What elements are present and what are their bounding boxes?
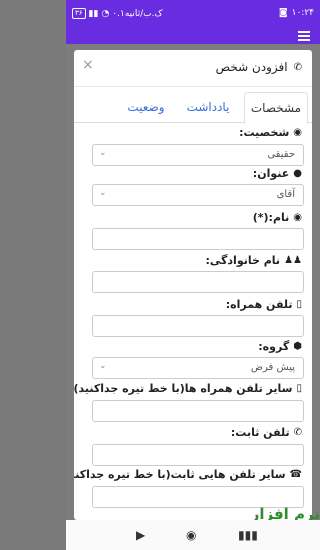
other-phones-label: ☎ سایر تلفن هایی ثابت(با خط تیره جداکنید…: [74, 468, 302, 481]
status-left: ۳۶ ▮▮ ◔ ۰.۱ک.ب/ثانیه: [72, 8, 163, 19]
modal-header: ✆ افزودن شخص ×: [74, 50, 312, 87]
users-icon: ♟♟: [284, 255, 302, 266]
chevron-down-icon: ⌄: [99, 148, 107, 158]
carrier-text: ۰.۱ک.ب/ثانیه: [112, 8, 163, 19]
modal-title-text: افزودن شخص: [215, 60, 288, 74]
add-person-modal: ✆ افزودن شخص × مشخصات یادداشت وضعیت ◉ شخ…: [74, 50, 312, 520]
user-circle-icon: ◉: [293, 212, 302, 223]
group-select[interactable]: پیش فرض ⌄: [92, 357, 304, 379]
title-label: ● عنوان:: [252, 167, 302, 180]
title-select[interactable]: آقای ⌄: [92, 184, 304, 206]
name-input[interactable]: [92, 228, 304, 250]
wifi-icon: ◔: [101, 8, 110, 19]
back-icon[interactable]: ▶: [136, 528, 145, 542]
battery-icon: ۳۶: [72, 8, 86, 19]
close-icon[interactable]: ×: [82, 57, 94, 73]
cubes-icon: ⬢: [293, 341, 302, 352]
user-circle-icon: ◉: [293, 127, 302, 138]
signal-icon: ▮▮: [88, 8, 99, 19]
mobile-icon: ▯: [296, 299, 302, 310]
app-bar: [66, 28, 320, 44]
mobile-icon: ▯: [296, 383, 302, 394]
family-label: ♟♟ نام خانوادگی:: [205, 254, 302, 267]
clock-text: ۱۰:۲۴: [291, 8, 314, 18]
status-right: ◙ ۱۰:۲۴: [279, 8, 314, 18]
entity-select[interactable]: حقیقی ⌄: [92, 144, 304, 166]
phone-icon: ✆: [293, 61, 302, 73]
instagram-icon: ◙: [278, 8, 288, 18]
modal-title: ✆ افزودن شخص: [216, 60, 302, 74]
name-label: ◉ نام:(*): [252, 211, 302, 224]
home-icon[interactable]: ◉: [186, 528, 196, 542]
menu-icon[interactable]: [298, 31, 310, 41]
group-label: ⬢ گروه:: [258, 340, 302, 353]
other-mobiles-input[interactable]: [92, 400, 304, 422]
entity-label: ◉ شخصیت:: [239, 126, 302, 139]
tab-notes[interactable]: یادداشت: [180, 92, 236, 122]
tab-details[interactable]: مشخصات: [244, 92, 308, 124]
android-nav-bar: ▶ ◉ ▮▮▮: [66, 520, 320, 550]
user-icon: ●: [293, 168, 302, 179]
chevron-down-icon: ⌄: [99, 188, 107, 198]
recents-icon[interactable]: ▮▮▮: [238, 528, 258, 542]
tab-strip: مشخصات یادداشت وضعیت: [74, 92, 312, 124]
phone-input[interactable]: [92, 444, 304, 466]
family-input[interactable]: [92, 271, 304, 293]
other-mobiles-label: ▯ سایر تلفن همراه ها(با خط تیره جداکنید): [74, 382, 302, 395]
chevron-down-icon: ⌄: [99, 361, 107, 371]
tab-status[interactable]: وضعیت: [120, 92, 172, 122]
phone-square-icon: ☎: [289, 469, 302, 480]
status-bar: ۳۶ ▮▮ ◔ ۰.۱ک.ب/ثانیه ◙ ۱۰:۲۴: [66, 0, 320, 28]
mobile-label: ▯ تلفن همراه:: [225, 298, 302, 311]
phone-icon: ✆: [293, 427, 302, 438]
mobile-input[interactable]: [92, 315, 304, 337]
phone-label: ✆ تلفن ثابت:: [230, 426, 302, 439]
